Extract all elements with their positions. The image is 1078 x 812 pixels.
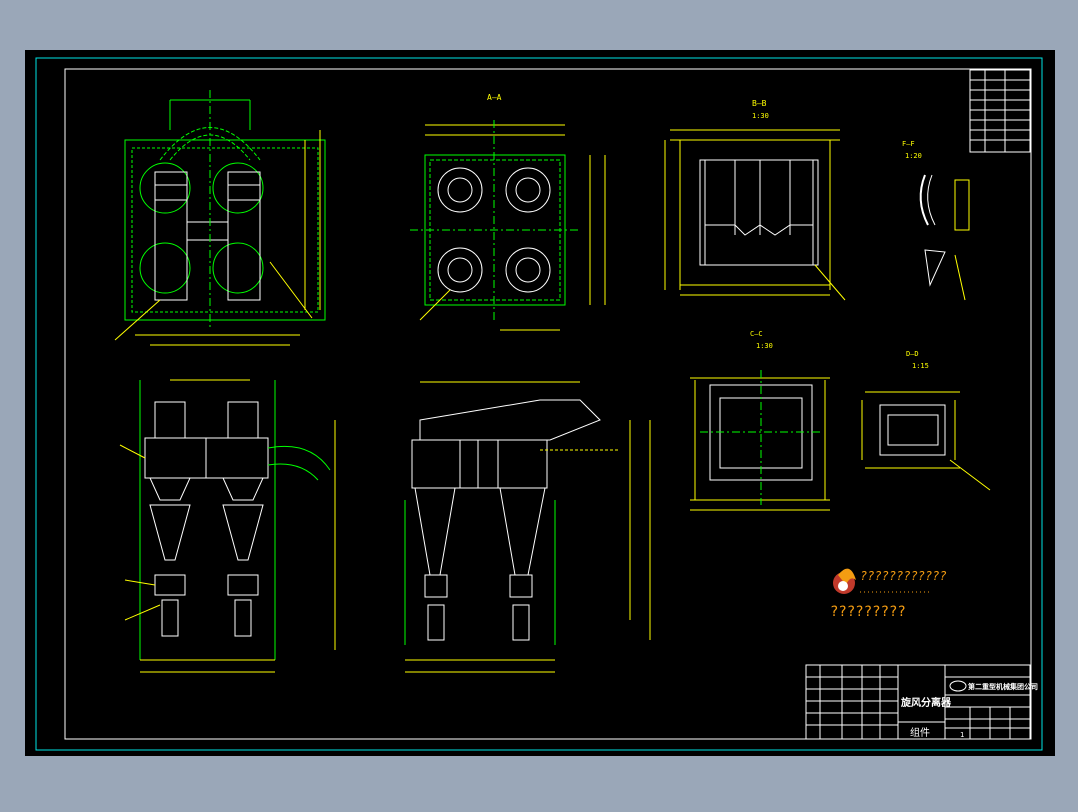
section-dd-label: D–D <box>906 350 919 358</box>
section-dd-scale: 1:15 <box>912 362 929 370</box>
company-name: 第二重型机械集团公司 <box>968 682 1038 691</box>
section-cc-scale: 1:30 <box>756 342 773 350</box>
section-ff-scale: 1:20 <box>905 152 922 160</box>
drawing-title: 旋风分离器 <box>900 696 952 709</box>
sheet-number: 1 <box>960 731 964 739</box>
section-ff-label: F–F <box>902 140 915 148</box>
category-label: 组件 <box>910 726 930 739</box>
cad-drawing-sheet: A–A B–B 1:30 F–F 1:20 C–C 1:30 D–D 1:15 … <box>25 50 1055 756</box>
sheet-background <box>25 50 1055 756</box>
section-aa-label: A–A <box>487 93 502 102</box>
section-cc-label: C–C <box>750 330 763 338</box>
logo-text-line1: ???????????? <box>860 569 947 583</box>
section-bb-scale: 1:30 <box>752 112 769 120</box>
section-bb-label: B–B <box>752 99 767 108</box>
logo-text-line2: ????????? <box>830 604 906 620</box>
cad-viewport: A–A B–B 1:30 F–F 1:20 C–C 1:30 D–D 1:15 … <box>0 0 1078 808</box>
